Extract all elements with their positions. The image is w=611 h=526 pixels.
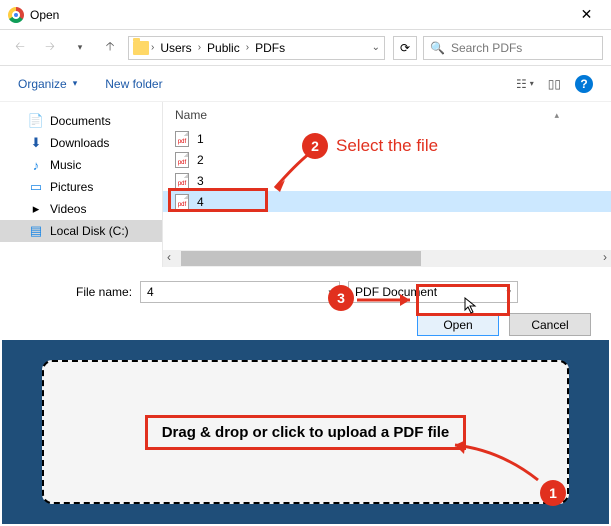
- chevron-right-icon: ›: [151, 42, 154, 53]
- sort-arrow-icon: ▴: [554, 110, 559, 121]
- annotation-badge-3: 3: [328, 285, 354, 311]
- pdf-icon: pdf: [175, 152, 189, 168]
- new-folder-button[interactable]: New folder: [105, 77, 162, 91]
- music-icon: ♪: [28, 157, 44, 173]
- videos-icon: ▸: [28, 201, 44, 217]
- sidebar-item-pictures[interactable]: ▭Pictures: [0, 176, 162, 198]
- crumb-pdfs[interactable]: PDFs: [251, 41, 289, 55]
- organize-menu[interactable]: Organize▾: [18, 77, 77, 91]
- horizontal-scrollbar[interactable]: [163, 250, 611, 267]
- sidebar-item-videos[interactable]: ▸Videos: [0, 198, 162, 220]
- column-header-name[interactable]: Name▴: [163, 102, 611, 128]
- annotation-badge-1: 1: [540, 480, 566, 506]
- sidebar-item-documents[interactable]: 📄Documents: [0, 110, 162, 132]
- file-row[interactable]: pdf3: [163, 170, 611, 191]
- folder-icon: [133, 41, 149, 55]
- close-button[interactable]: ✕: [564, 0, 609, 30]
- sidebar-item-music[interactable]: ♪Music: [0, 154, 162, 176]
- pdf-icon: pdf: [175, 173, 189, 189]
- upload-background: Drag & drop or click to upload a PDF fil…: [2, 340, 609, 524]
- sidebar: 📄Documents ⬇Downloads ♪Music ▭Pictures ▸…: [0, 102, 162, 267]
- crumb-public[interactable]: Public: [203, 41, 244, 55]
- sidebar-item-local-disk[interactable]: ▤Local Disk (C:): [0, 220, 162, 242]
- back-button[interactable]: 🡠: [8, 36, 32, 60]
- refresh-button[interactable]: ⟳: [393, 36, 417, 60]
- drop-zone-text: Drag & drop or click to upload a PDF fil…: [145, 415, 467, 450]
- chevron-right-icon: ›: [246, 42, 249, 53]
- file-list: Name▴ pdf1 pdf2 pdf3 pdf4: [162, 102, 611, 267]
- disk-icon: ▤: [28, 223, 44, 239]
- chevron-right-icon: ›: [198, 42, 201, 53]
- pdf-icon: pdf: [175, 194, 189, 210]
- file-type-filter[interactable]: PDF Document▾: [348, 281, 518, 303]
- up-button[interactable]: 🡡: [98, 36, 122, 60]
- documents-icon: 📄: [28, 113, 44, 129]
- annotation-badge-2: 2: [302, 133, 328, 159]
- file-row-selected[interactable]: pdf4: [163, 191, 611, 212]
- crumb-users[interactable]: Users: [156, 41, 195, 55]
- scrollbar-thumb[interactable]: [181, 251, 421, 266]
- window-title: Open: [30, 8, 564, 22]
- cancel-button[interactable]: Cancel: [509, 313, 591, 336]
- pdf-icon: pdf: [175, 131, 189, 147]
- chrome-icon: [8, 7, 24, 23]
- drop-zone[interactable]: Drag & drop or click to upload a PDF fil…: [42, 360, 569, 504]
- help-icon[interactable]: ?: [575, 75, 593, 93]
- filename-input[interactable]: 4▾: [140, 281, 340, 303]
- recent-dropdown[interactable]: ▾: [68, 36, 92, 60]
- annotation-text-select: Select the file: [336, 136, 438, 156]
- preview-pane-button[interactable]: ▯▯: [548, 77, 561, 91]
- search-input[interactable]: 🔍 Search PDFs: [423, 36, 603, 60]
- breadcrumb[interactable]: › Users › Public › PDFs ⌄: [128, 36, 385, 60]
- chevron-down-icon: ▾: [507, 287, 512, 298]
- pictures-icon: ▭: [28, 179, 44, 195]
- forward-button[interactable]: 🡢: [38, 36, 62, 60]
- chevron-down-icon[interactable]: ⌄: [372, 42, 380, 53]
- open-button[interactable]: Open: [417, 313, 499, 336]
- filename-label: File name:: [76, 285, 132, 299]
- downloads-icon: ⬇: [28, 135, 44, 151]
- sidebar-item-downloads[interactable]: ⬇Downloads: [0, 132, 162, 154]
- search-placeholder: Search PDFs: [451, 41, 522, 55]
- search-icon: 🔍: [430, 41, 445, 55]
- view-options-button[interactable]: ☷ ▾: [516, 77, 534, 91]
